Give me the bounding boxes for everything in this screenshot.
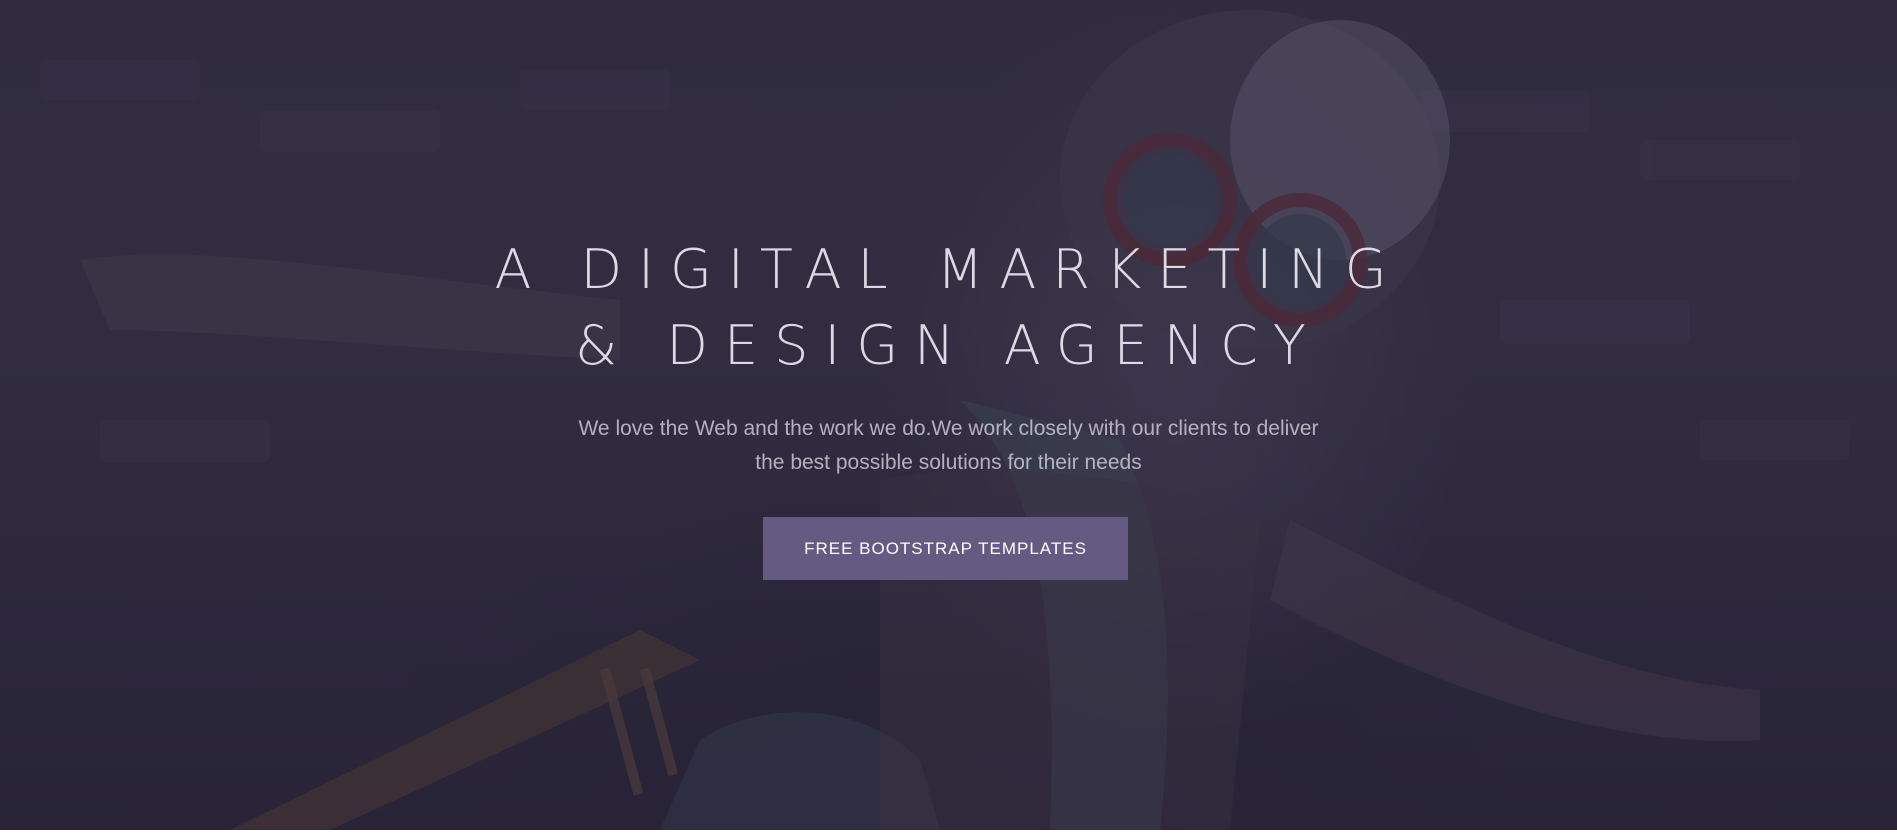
free-bootstrap-templates-button[interactable]: FREE BOOTSTRAP TEMPLATES (763, 517, 1128, 580)
hero-description: We love the Web and the work we do.We wo… (0, 412, 1897, 480)
hero-headline: A DIGITAL MARKETING & DESIGN AGENCY (0, 232, 1897, 384)
hero-headline-line-2: & DESIGN AGENCY (575, 314, 1322, 377)
page-bottom-edge (0, 830, 1897, 840)
hero-description-line-1: We love the Web and the work we do.We wo… (578, 417, 1319, 440)
hero-description-line-2: the best possible solutions for their ne… (755, 451, 1142, 474)
hero-section: A DIGITAL MARKETING & DESIGN AGENCY We l… (0, 0, 1897, 830)
hero-headline-line-1: A DIGITAL MARKETING (494, 238, 1403, 301)
